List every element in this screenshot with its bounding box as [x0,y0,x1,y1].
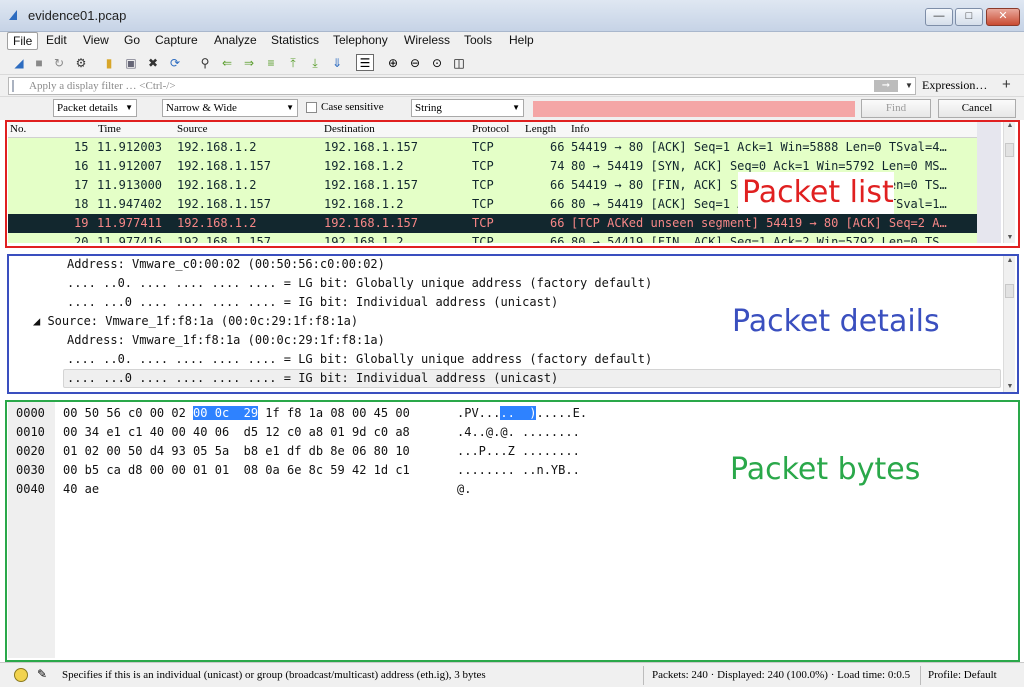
find-button[interactable]: Find [861,99,931,118]
zoom-in-icon[interactable]: ⊕ [384,54,402,71]
chevron-down-icon: ▼ [512,103,520,112]
menu-statistics[interactable]: Statistics [266,32,324,50]
colorize-icon[interactable]: ☰ [356,54,374,71]
profile-status[interactable]: Profile: Default [928,669,997,681]
minimize-button[interactable]: — [925,8,953,26]
packet-count-status: Packets: 240 · Displayed: 240 (100.0%) ·… [652,669,911,681]
close-file-icon[interactable]: ✖ [144,54,162,71]
menu-wireless[interactable]: Wireless [399,32,455,50]
chevron-down-icon: ▼ [125,103,133,112]
search-type-select[interactable]: String ▼ [411,99,524,117]
filter-bookmark-icon[interactable] [12,80,20,92]
menu-edit[interactable]: Edit [41,32,72,50]
chevron-down-icon: ▼ [286,103,294,112]
capture-options-icon[interactable]: ⚙ [72,54,90,71]
zoom-out-icon[interactable]: ⊖ [406,54,424,71]
main-toolbar: ◢ ■ ↻ ⚙ ▮ ▣ ✖ ⟳ ⚲ ⇐ ⇒ ≡ ⤒ ⤓ ⇓ ☰ ⊕ ⊖ ⊙ ◫ [0,51,1024,75]
open-file-icon[interactable]: ▮ [100,54,118,71]
menu-bar: File Edit View Go Capture Analyze Statis… [0,32,1024,51]
search-in-select[interactable]: Packet details ▼ [53,99,137,117]
start-capture-icon[interactable]: ◢ [10,54,28,71]
search-in-value: Packet details [57,102,118,114]
go-first-icon[interactable]: ⤒ [284,54,302,71]
window-title: evidence01.pcap [28,8,127,23]
packet-details-pane: Address: Vmware_c0:00:02 (00:50:56:c0:00… [0,254,1024,396]
close-button[interactable]: ✕ [986,8,1020,26]
packet-bytes-pane: 0000 0010 0020 0030 0040 00 50 56 c0 00 … [0,400,1024,662]
packet-list-annotation-label: Packet list [742,175,894,210]
packet-details-annotation-label: Packet details [732,304,940,339]
restart-capture-icon[interactable]: ↻ [50,54,68,71]
edit-comment-icon[interactable]: ✎ [37,667,47,682]
save-file-icon[interactable]: ▣ [122,54,140,71]
maximize-button[interactable]: □ [955,8,983,26]
status-divider [920,666,921,685]
cancel-button[interactable]: Cancel [938,99,1016,118]
wireshark-fin-icon [9,10,17,20]
case-sensitive-label: Case sensitive [321,101,384,113]
go-back-icon[interactable]: ⇐ [218,54,236,71]
menu-file[interactable]: File [7,32,39,50]
find-bar: Packet details ▼ Narrow & Wide ▼ Case sens… [0,97,1024,120]
menu-capture[interactable]: Capture [150,32,203,50]
char-width-select[interactable]: Narrow & Wide ▼ [162,99,298,117]
menu-view[interactable]: View [78,32,114,50]
apply-filter-arrow-icon[interactable]: ➞ [874,80,898,92]
autoscroll-icon[interactable]: ⇓ [328,54,346,71]
find-packet-icon[interactable]: ⚲ [196,54,214,71]
search-type-value: String [415,102,442,114]
resize-columns-icon[interactable]: ◫ [450,54,468,71]
packet-list-pane: No. Time Source Destination Protocol Len… [0,120,1024,251]
packet-bytes-annotation-label: Packet bytes [730,452,921,487]
menu-analyze[interactable]: Analyze [209,32,262,50]
go-forward-icon[interactable]: ⇒ [240,54,258,71]
display-filter-input[interactable]: Apply a display filter … <Ctrl-/> [8,77,916,95]
expert-info-icon[interactable] [14,668,28,682]
menu-go[interactable]: Go [119,32,145,50]
reload-file-icon[interactable]: ⟳ [166,54,184,71]
search-text-input[interactable] [533,101,855,117]
menu-telephony[interactable]: Telephony [328,32,393,50]
status-bar: ✎ Specifies if this is an individual (un… [0,662,1024,687]
char-width-value: Narrow & Wide [166,102,237,114]
go-last-icon[interactable]: ⤓ [306,54,324,71]
title-bar: evidence01.pcap — □ ✕ [0,0,1024,32]
menu-tools[interactable]: Tools [459,32,497,50]
expression-button[interactable]: Expression… [922,78,987,93]
display-filter-bar: Apply a display filter … <Ctrl-/> ➞ ▼ Ex… [0,75,1024,97]
case-sensitive-checkbox[interactable] [306,102,317,113]
status-message: Specifies if this is an individual (unic… [62,669,486,681]
menu-help[interactable]: Help [504,32,539,50]
status-divider [643,666,644,685]
go-to-packet-icon[interactable]: ≡ [262,54,280,71]
stop-capture-icon[interactable]: ■ [30,54,48,71]
add-filter-button[interactable]: + [1002,76,1011,93]
filter-history-dropdown-icon[interactable]: ▼ [902,78,916,94]
packet-bytes-annotation-box [5,400,1020,662]
normal-size-icon[interactable]: ⊙ [428,54,446,71]
